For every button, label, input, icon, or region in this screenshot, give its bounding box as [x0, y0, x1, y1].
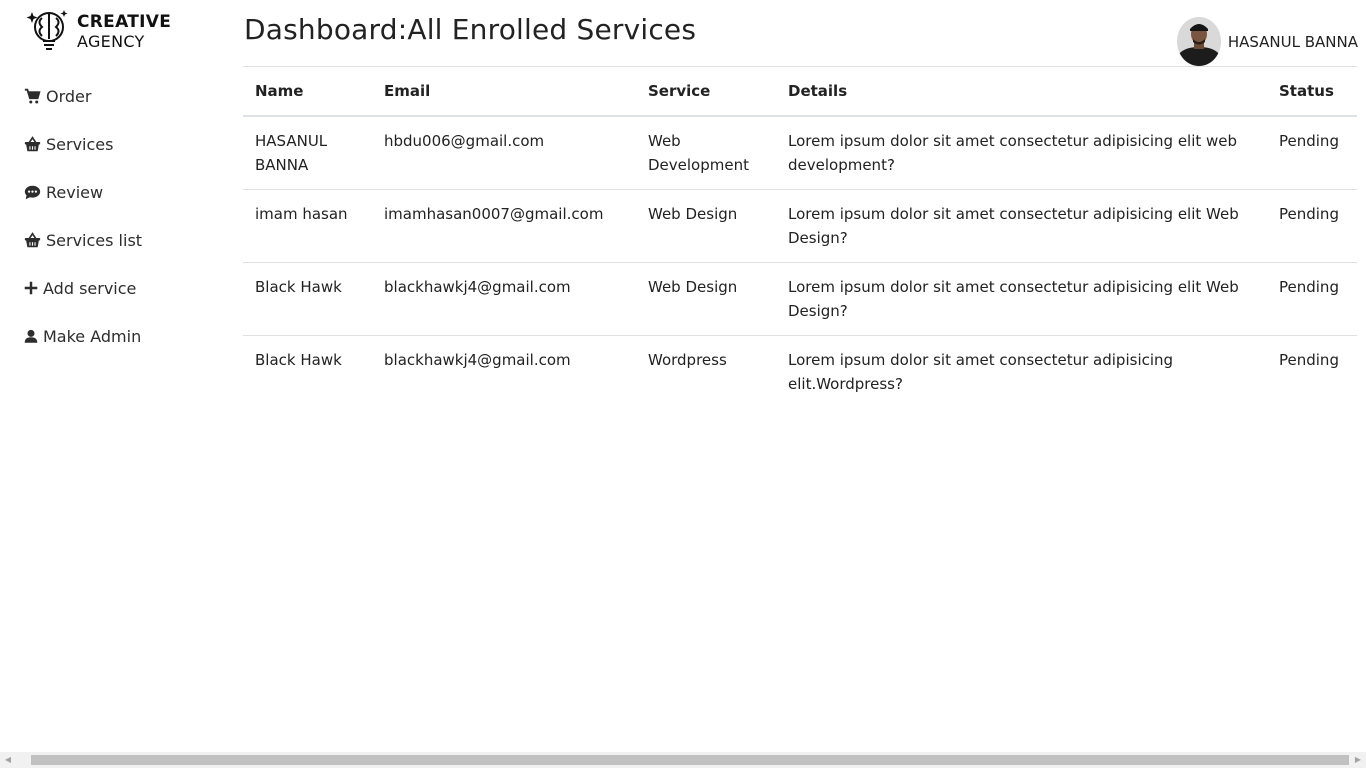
cell-status: Pending — [1267, 189, 1357, 263]
column-header-status: Status — [1267, 66, 1357, 117]
cell-details: Lorem ipsum dolor sit amet consectetur a… — [776, 262, 1267, 336]
user-name: HASANUL BANNA — [1227, 32, 1358, 51]
cell-email: hbdu006@gmail.com — [384, 132, 545, 150]
page-title: Dashboard:All Enrolled Services — [244, 13, 697, 46]
cell-service: Web Development — [648, 132, 749, 174]
cell-name: Black Hawk — [243, 262, 372, 336]
scrollbar-thumb[interactable] — [31, 755, 1349, 765]
user-icon — [24, 328, 43, 345]
sidebar-item-label: Make Admin — [43, 326, 142, 346]
column-header-service: Service — [636, 66, 776, 117]
sidebar-item-label: Add service — [43, 278, 137, 298]
cell-name: HASANUL BANNA — [255, 132, 328, 174]
column-header-name: Name — [243, 66, 372, 117]
cell-name: imam hasan — [243, 189, 372, 263]
comment-dots-icon — [24, 184, 46, 201]
cell-status: Pending — [1267, 335, 1357, 408]
cell-details: Lorem ipsum dolor sit amet consectetur a… — [788, 132, 1238, 174]
cell-email: imamhasan0007@gmail.com — [372, 189, 636, 263]
sidebar-item-make-admin[interactable]: Make Admin — [24, 312, 142, 360]
scroll-left-arrow-icon[interactable]: ◀ — [0, 752, 16, 768]
table-row: HASANUL BANNA hbdu006@gmail.com Web Deve… — [243, 116, 1357, 190]
brand-logo[interactable]: CREATIVE AGENCY — [26, 8, 171, 56]
basket-icon — [24, 135, 46, 153]
column-header-details: Details — [776, 66, 1267, 117]
cell-email: blackhawkj4@gmail.com — [372, 335, 636, 408]
cell-service: Wordpress — [636, 335, 776, 408]
column-header-email: Email — [372, 66, 636, 117]
cell-service: Web Design — [636, 262, 776, 336]
brand-name-line2: AGENCY — [77, 32, 145, 51]
sidebar-item-label: Review — [46, 182, 104, 202]
basket-icon — [24, 231, 46, 249]
cell-details: Lorem ipsum dolor sit amet consectetur a… — [776, 335, 1267, 408]
sidebar-item-add-service[interactable]: Add service — [24, 264, 142, 312]
sidebar-item-label: Order — [46, 86, 92, 106]
user-profile[interactable]: HASANUL BANNA — [1176, 17, 1358, 66]
brand-name-line1: CREATIVE — [77, 12, 172, 32]
table-header-row: Name Email Service Details Status — [243, 66, 1357, 117]
table-row: imam hasan imamhasan0007@gmail.com Web D… — [243, 189, 1357, 263]
scroll-right-arrow-icon[interactable]: ▶ — [1350, 752, 1366, 768]
plus-icon — [24, 281, 43, 295]
avatar[interactable] — [1176, 17, 1221, 66]
sidebar-nav: Order Services Review Services list Add … — [24, 72, 142, 360]
cell-details: Lorem ipsum dolor sit amet consectetur a… — [776, 189, 1267, 263]
sidebar-item-label: Services list — [46, 230, 143, 250]
table-row: Black Hawk blackhawkj4@gmail.com Web Des… — [243, 262, 1357, 336]
horizontal-scrollbar[interactable]: ◀ ▶ — [0, 752, 1366, 768]
table-row: Black Hawk blackhawkj4@gmail.com Wordpre… — [243, 335, 1357, 408]
cell-service: Web Design — [636, 189, 776, 263]
sidebar-item-review[interactable]: Review — [24, 168, 142, 216]
sidebar-item-order[interactable]: Order — [24, 72, 142, 120]
brain-bulb-icon — [26, 8, 70, 56]
cart-icon — [24, 88, 46, 105]
sidebar-item-services[interactable]: Services — [24, 120, 142, 168]
cell-status: Pending — [1267, 262, 1357, 336]
cell-email: blackhawkj4@gmail.com — [372, 262, 636, 336]
cell-status: Pending — [1279, 132, 1339, 150]
enrolled-services-table: Name Email Service Details Status HASANU… — [243, 66, 1357, 408]
cell-name: Black Hawk — [243, 335, 372, 408]
sidebar-item-label: Services — [46, 134, 114, 154]
sidebar-item-services-list[interactable]: Services list — [24, 216, 142, 264]
